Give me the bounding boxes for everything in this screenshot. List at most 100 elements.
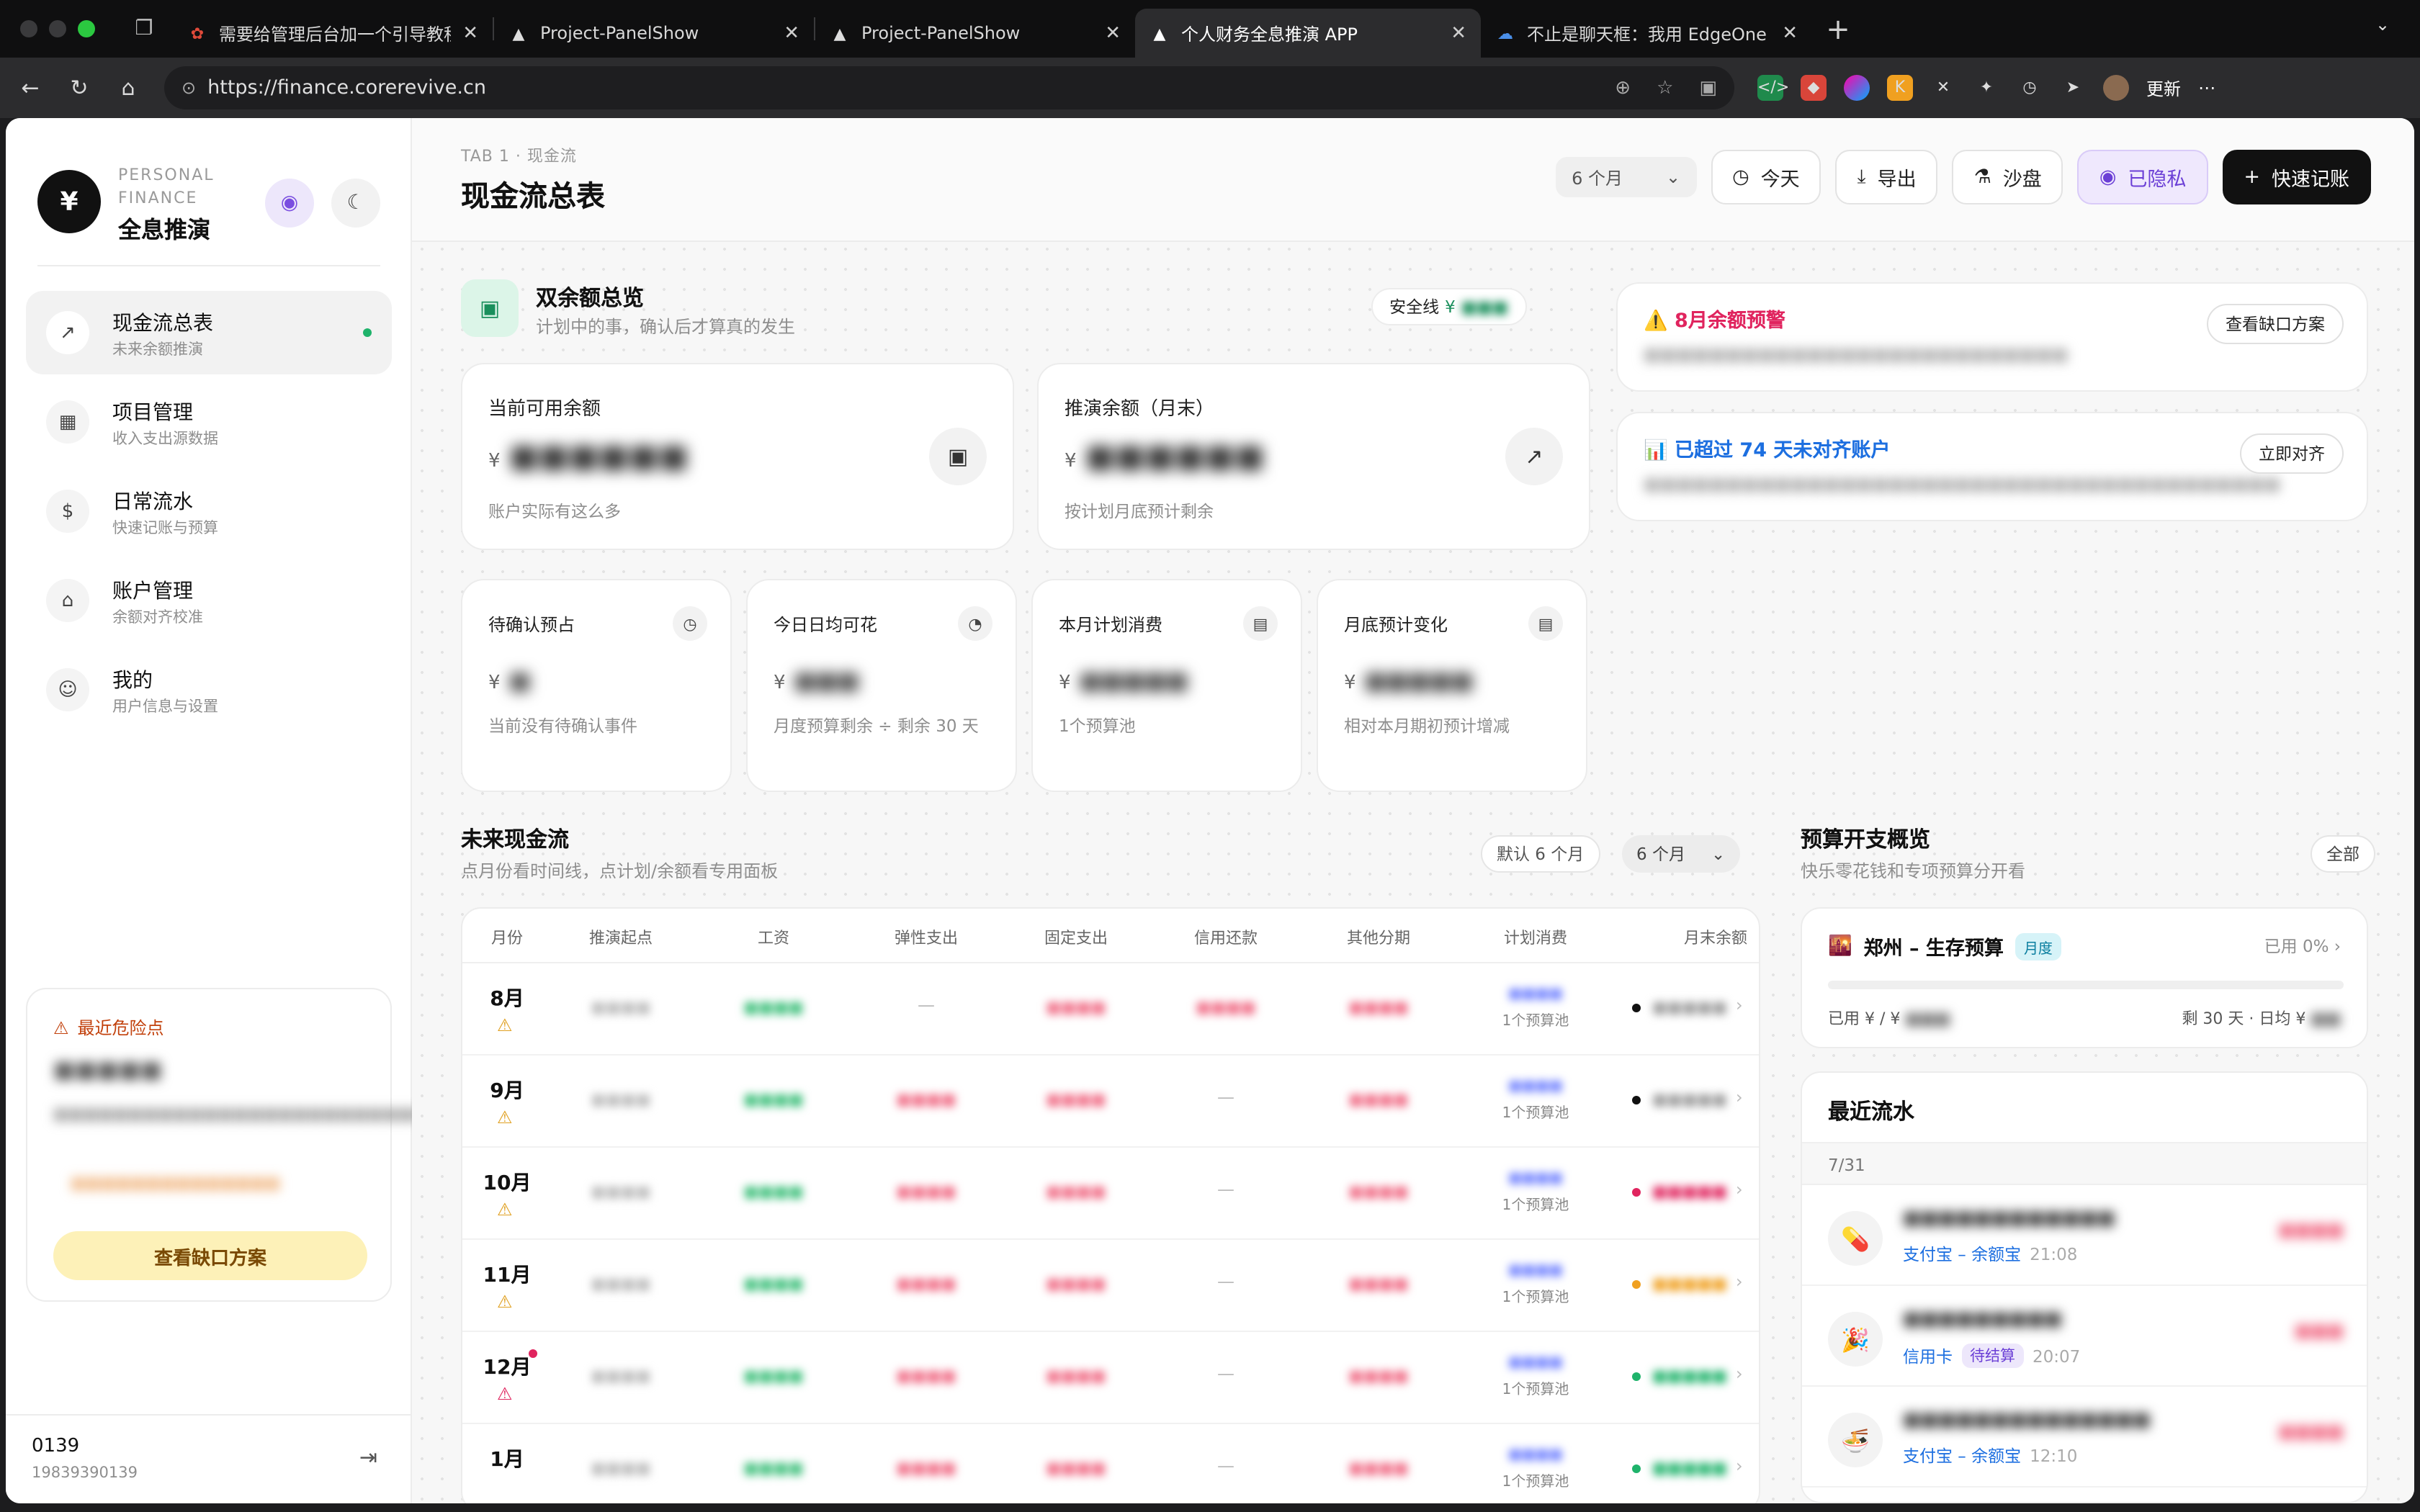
amount-cell-hidden[interactable]: ■■■■	[563, 1367, 678, 1385]
month-end-balance-hidden[interactable]: ■■■■■	[1652, 1090, 1727, 1109]
tab-overview-icon[interactable]: ❐	[115, 0, 173, 58]
amount-cell-hidden[interactable]: ■■■■	[869, 1459, 984, 1477]
month-end-balance-hidden[interactable]: ■■■■■	[1652, 1367, 1727, 1385]
amount-cell-hidden[interactable]: ■■■■	[1321, 1367, 1436, 1385]
logout-icon[interactable]: ⇥	[359, 1444, 377, 1470]
new-tab-button[interactable]: +	[1812, 12, 1864, 46]
range-select[interactable]: 6 个月 ⌄	[1556, 157, 1697, 197]
maximize-window-button[interactable]	[78, 20, 95, 37]
table-row[interactable]: 11月 ⚠ ■■■■ ■■■■ ■■■■ ■■■■ — ■■■■ ■■■■ 1个预算池 ■■■■■ ›	[462, 1240, 1759, 1332]
tab-close-icon[interactable]: ✕	[462, 22, 478, 44]
sidebar-item-projects[interactable]: ▦ 项目管理 收入支出源数据	[26, 380, 392, 464]
amount-cell-hidden[interactable]: ■■■■	[1018, 998, 1134, 1017]
amount-cell-hidden[interactable]: ■■■■	[1321, 998, 1436, 1017]
planned-spend-cell[interactable]: ■■■■ 1个预算池	[1474, 1171, 1597, 1214]
amount-cell-hidden[interactable]: ■■■■	[869, 1090, 984, 1109]
back-arrow-icon[interactable]: ←	[6, 75, 55, 101]
amount-cell-hidden[interactable]: ■■■■	[716, 1274, 831, 1293]
planned-spend-cell[interactable]: ■■■■ 1个预算池	[1474, 1263, 1597, 1306]
site-info-icon[interactable]: ⊙	[182, 78, 196, 98]
quick-add-button[interactable]: + 快速记账	[2222, 150, 2371, 204]
amount-cell-hidden[interactable]: ■■■■	[716, 1459, 831, 1477]
amount-cell-hidden[interactable]: ■■■■	[563, 1274, 678, 1293]
address-bar[interactable]: ⊙ https://finance.corerevive.cn ⊕ ☆ ▣	[164, 66, 1734, 109]
history-icon[interactable]: ◷	[2017, 75, 2043, 101]
browser-tab-4[interactable]: ☁ 不止是聊天框：我用 EdgeOne Ma ✕	[1481, 9, 1812, 58]
planned-spend-cell[interactable]: ■■■■ 1个预算池	[1474, 1079, 1597, 1122]
more-menu-icon[interactable]: ⋯	[2198, 78, 2215, 98]
tab-list-chevron-icon[interactable]: ⌄	[2365, 14, 2400, 43]
amount-cell-hidden[interactable]: ■■■■	[1018, 1274, 1134, 1293]
amount-cell-hidden[interactable]: ■■■■	[563, 1459, 678, 1477]
table-row[interactable]: 12月 ⚠ ■■■■ ■■■■ ■■■■ ■■■■ — ■■■■ ■■■■ 1个预算池 ■■■■■ ›	[462, 1332, 1759, 1424]
zoom-icon[interactable]: ⊕	[1615, 77, 1631, 99]
tab-close-icon[interactable]: ✕	[784, 22, 799, 44]
amount-cell-hidden[interactable]: ■■■■	[1018, 1182, 1134, 1201]
amount-cell-hidden[interactable]: ■■■■	[1321, 1090, 1436, 1109]
daily-spend-card[interactable]: 今日日均可花 ◔ ¥ ■■■ 月度预算剩余 ÷ 剩余 30 天	[746, 579, 1017, 792]
projected-balance-card[interactable]: 推演余额（月末） ¥ ■■■■■■ 按计划月底预计剩余 ↗	[1037, 363, 1590, 550]
month-cell[interactable]: 9月	[462, 1076, 552, 1104]
send-icon[interactable]: ➤	[2060, 75, 2086, 101]
amount-cell-hidden[interactable]: ■■■■	[1018, 1367, 1134, 1385]
home-icon[interactable]: ⌂	[104, 75, 153, 101]
reconcile-now-button[interactable]: 立即对齐	[2240, 433, 2344, 474]
view-gap-plan-button[interactable]: 查看缺口方案	[2207, 304, 2344, 344]
planned-spend-cell[interactable]: ■■■■ 1个预算池	[1474, 986, 1597, 1030]
tab-close-icon[interactable]: ✕	[1105, 22, 1121, 44]
browser-tab-2[interactable]: ▲ Project-PanelShow ✕	[815, 9, 1135, 58]
month-end-change-card[interactable]: 月底预计变化 ▤ ¥ ■■■■■ 相对本月期初预计增减	[1317, 579, 1587, 792]
amount-cell-hidden[interactable]: ■■■■	[563, 998, 678, 1017]
default-range-label[interactable]: 默认 6 个月	[1481, 835, 1600, 873]
extension-k-icon[interactable]: K	[1887, 75, 1913, 101]
extension-shoe-icon[interactable]: ◆	[1801, 75, 1827, 101]
bookmark-star-icon[interactable]: ☆	[1657, 77, 1673, 99]
sidebar-item-daily[interactable]: $ 日常流水 快速记账与预算	[26, 469, 392, 553]
month-cell[interactable]: 8月	[462, 984, 552, 1012]
amount-cell-hidden[interactable]: ■■■■	[716, 1090, 831, 1109]
amount-cell-hidden[interactable]: ■■■■	[716, 1182, 831, 1201]
view-all-budgets-button[interactable]: 全部	[2311, 835, 2375, 873]
sandbox-button[interactable]: ⚗ 沙盘	[1952, 150, 2063, 204]
cashflow-range-select[interactable]: 6 个月 ⌄	[1622, 835, 1740, 873]
table-row[interactable]: 9月 ⚠ ■■■■ ■■■■ ■■■■ ■■■■ — ■■■■ ■■■■ 1个预算池 ■■■■■ ›	[462, 1056, 1759, 1148]
sidebar-item-cashflow[interactable]: ↗ 现金流总表 未来余额推演	[26, 291, 392, 374]
month-end-balance-hidden[interactable]: ■■■■■	[1652, 998, 1727, 1017]
month-cell[interactable]: 12月	[462, 1352, 552, 1381]
budget-card[interactable]: 🌇 郑州 – 生存预算 月度 已用 0% › 已用 ¥ / ¥ ■■■ 剩 30…	[1801, 907, 2368, 1048]
amount-cell-hidden[interactable]: ■■■■	[716, 998, 831, 1017]
transaction-item[interactable]: 🍜 ■■■■■■■■■■■■■■ 支付宝 – 余额宝 12:10 ■■■■	[1802, 1387, 2367, 1488]
extension-code-icon[interactable]: </>	[1757, 75, 1789, 101]
amount-cell-hidden[interactable]: ■■■■	[1018, 1090, 1134, 1109]
table-row[interactable]: 8月 ⚠ ■■■■ ■■■■ — ■■■■ ■■■■ ■■■■ ■■■■ 1个预算池 ■■■■■ ›	[462, 963, 1759, 1056]
month-cell[interactable]: 11月	[462, 1260, 552, 1289]
planned-spend-cell[interactable]: ■■■■ 1个预算池	[1474, 1447, 1597, 1490]
amount-cell-hidden[interactable]: ■■■■	[1321, 1182, 1436, 1201]
month-cell[interactable]: 10月	[462, 1168, 552, 1197]
amount-cell-hidden[interactable]: ■■■■	[1321, 1274, 1436, 1293]
amount-cell-hidden[interactable]: ■■■■	[716, 1367, 831, 1385]
sidebar-item-accounts[interactable]: ⌂ 账户管理 余额对齐校准	[26, 559, 392, 642]
amount-cell-hidden[interactable]: ■■■■	[563, 1182, 678, 1201]
month-end-balance-hidden[interactable]: ■■■■■	[1652, 1274, 1727, 1293]
today-button[interactable]: ◷ 今天	[1711, 150, 1821, 204]
current-balance-card[interactable]: 当前可用余额 ¥ ■■■■■■ 账户实际有这么多 ▣	[461, 363, 1014, 550]
pending-card[interactable]: 待确认预占 ◷ ¥ ■ 当前没有待确认事件	[461, 579, 732, 792]
extension-color-icon[interactable]	[1844, 75, 1870, 101]
reload-icon[interactable]: ↻	[55, 75, 104, 101]
planned-spend-card[interactable]: 本月计划消费 ▤ ¥ ■■■■■ 1个预算池	[1031, 579, 1302, 792]
reader-mode-icon[interactable]: ▣	[1699, 77, 1717, 99]
privacy-toggle-eye-off-icon[interactable]: ◉	[265, 179, 314, 228]
table-row[interactable]: 10月 ⚠ ■■■■ ■■■■ ■■■■ ■■■■ — ■■■■ ■■■■ 1个预算池 ■■■■■ ›	[462, 1148, 1759, 1240]
month-end-balance-hidden[interactable]: ■■■■■	[1652, 1182, 1727, 1201]
amount-cell-hidden[interactable]: ■■■■	[1018, 1459, 1134, 1477]
export-button[interactable]: ⤓ 导出	[1835, 150, 1938, 204]
dark-mode-moon-icon[interactable]: ☾	[331, 179, 380, 228]
amount-cell-hidden[interactable]: ■■■■	[563, 1090, 678, 1109]
safety-line-pill[interactable]: 安全线 ¥ ■■■	[1371, 288, 1527, 325]
view-gap-plan-button[interactable]: 查看缺口方案	[53, 1231, 367, 1280]
amount-cell-hidden[interactable]: ■■■■	[1168, 998, 1283, 1017]
browser-tab-3[interactable]: ▲ 个人财务全息推演 APP ✕	[1135, 9, 1481, 58]
profile-avatar[interactable]	[2103, 75, 2129, 101]
browser-tab-1[interactable]: ▲ Project-PanelShow ✕	[494, 9, 814, 58]
